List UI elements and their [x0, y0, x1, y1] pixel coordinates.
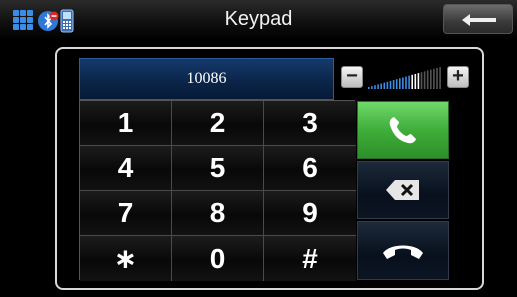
volume-bar [392, 80, 395, 89]
key-1[interactable]: 1 [80, 101, 172, 146]
key-2[interactable]: 2 [172, 101, 264, 146]
volume-up-button[interactable]: + [447, 66, 469, 88]
back-arrow-icon [462, 14, 496, 26]
volume-bar [414, 73, 417, 89]
volume-bar [374, 85, 376, 89]
volume-bar [417, 73, 420, 89]
delete-button[interactable] [357, 161, 449, 219]
key-8[interactable]: 8 [172, 191, 264, 236]
volume-bar [377, 84, 379, 89]
volume-bar [383, 82, 386, 89]
volume-bar [380, 83, 382, 89]
page-title: Keypad [224, 8, 293, 30]
volume-level-indicator[interactable] [368, 66, 444, 90]
volume-bar [386, 81, 389, 89]
volume-bar [399, 78, 401, 89]
volume-bar [408, 75, 410, 89]
volume-bar [405, 76, 407, 89]
volume-bar [395, 79, 398, 89]
back-button[interactable] [443, 4, 513, 34]
key-6[interactable]: 6 [264, 146, 356, 191]
volume-bar [420, 72, 423, 89]
volume-bar [439, 67, 441, 89]
key-7[interactable]: 7 [80, 191, 172, 236]
key-4[interactable]: 4 [80, 146, 172, 191]
key-9[interactable]: 9 [264, 191, 356, 236]
volume-bar [389, 80, 392, 89]
call-button[interactable] [357, 101, 449, 159]
key-5[interactable]: 5 [172, 146, 264, 191]
key-hash[interactable]: # [264, 236, 356, 281]
volume-bar [402, 77, 404, 89]
volume-bar [368, 87, 370, 89]
volume-bar [433, 68, 435, 89]
backspace-icon [386, 180, 419, 200]
volume-bar [436, 67, 438, 89]
volume-bar [430, 69, 432, 89]
volume-bar [423, 71, 426, 89]
phone-call-icon [389, 117, 416, 144]
volume-down-button[interactable]: − [341, 66, 363, 88]
volume-bar [426, 70, 429, 89]
key-0[interactable]: 0 [172, 236, 264, 281]
number-display: 10086 [79, 58, 334, 100]
key-3[interactable]: 3 [264, 101, 356, 146]
volume-bar [371, 86, 373, 89]
hang-up-icon [383, 245, 423, 259]
keypad: 1 2 3 4 5 6 7 8 9 ∗ 0 # [79, 100, 356, 281]
volume-bar [411, 74, 413, 89]
key-star[interactable]: ∗ [80, 236, 172, 281]
top-bar: Keypad [0, 0, 517, 40]
hang-up-button[interactable] [357, 221, 449, 280]
